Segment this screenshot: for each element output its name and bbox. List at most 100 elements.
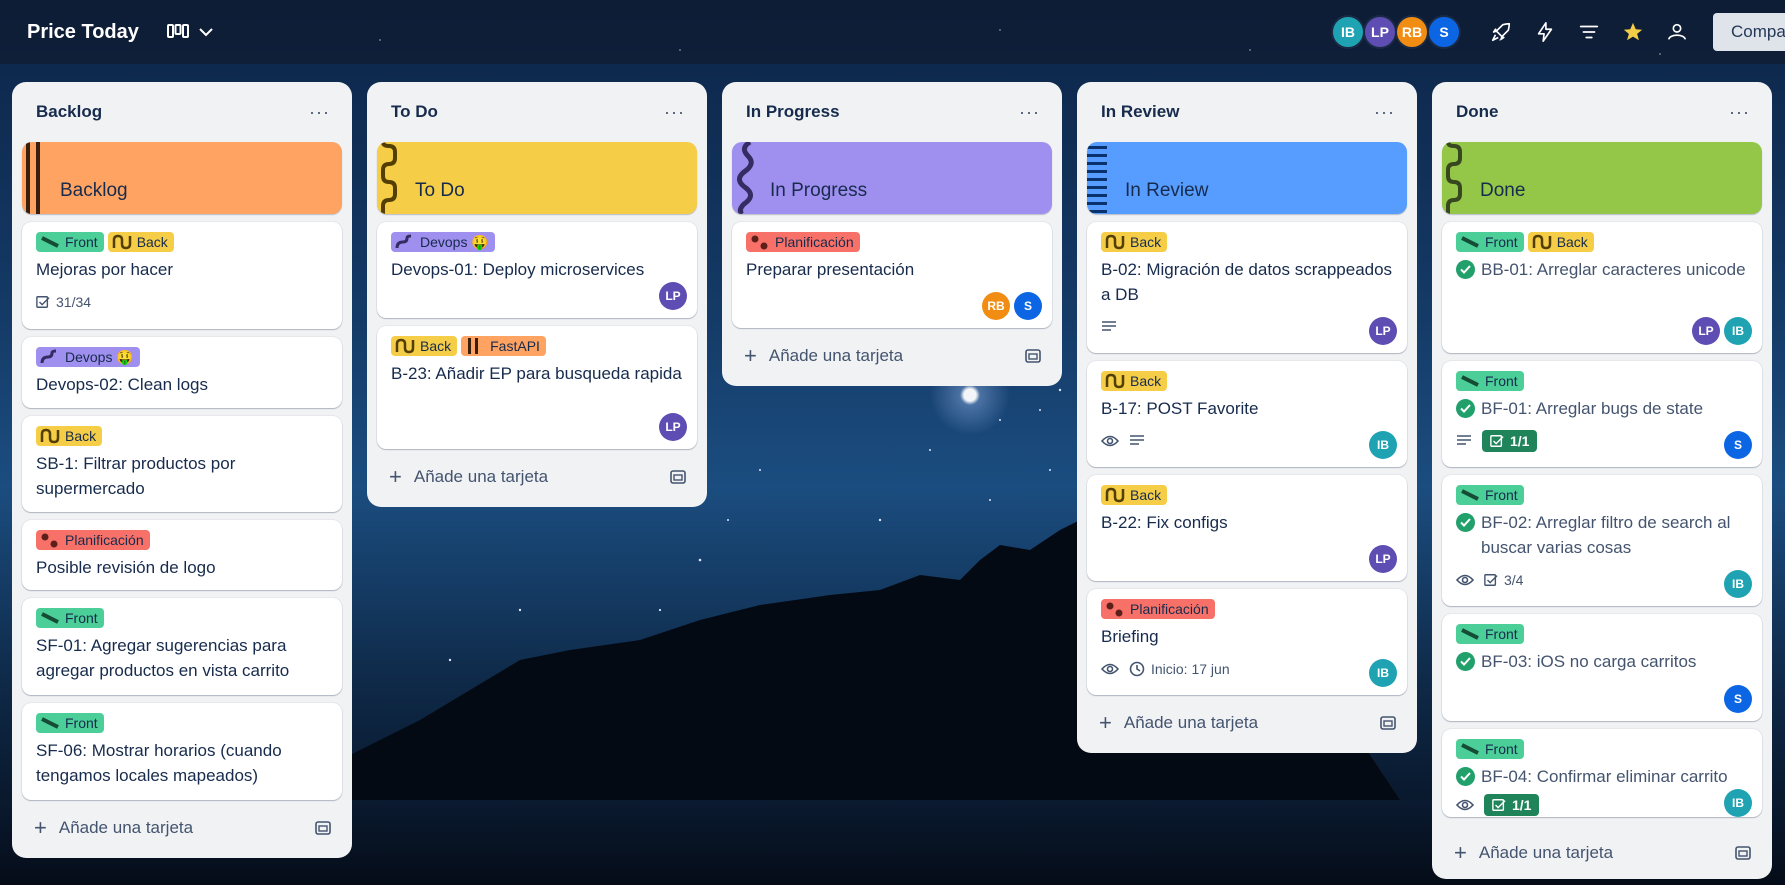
avatar[interactable]: RB <box>1395 15 1429 49</box>
list-title[interactable]: In Progress <box>746 102 840 122</box>
card[interactable]: Front BF-03: iOS no carga carritos S <box>1442 614 1762 721</box>
add-card-button[interactable]: + Añade una tarjeta <box>1087 703 1407 743</box>
automation-button[interactable] <box>1525 12 1565 52</box>
avatar[interactable]: IB <box>1724 317 1752 345</box>
label-fastapi[interactable]: FastAPI <box>461 336 546 356</box>
card[interactable]: Front BF-04: Confirmar eliminar carrito … <box>1442 729 1762 817</box>
list-title[interactable]: Backlog <box>36 102 102 122</box>
card[interactable]: Devops 🤑 Devops-02: Clean logs <box>22 337 342 408</box>
board-view-switcher[interactable] <box>166 23 213 41</box>
power-ups-button[interactable] <box>1481 12 1521 52</box>
list-menu-button[interactable]: ··· <box>309 102 330 123</box>
card[interactable]: Front BF-01: Arreglar bugs de state 1/1 … <box>1442 361 1762 467</box>
list-menu-button[interactable]: ··· <box>664 102 685 123</box>
label-back[interactable]: Back <box>36 426 103 446</box>
template-icon[interactable] <box>1379 715 1397 731</box>
board-members[interactable]: IB LP RB S <box>1331 15 1461 49</box>
avatar[interactable]: IB <box>1331 15 1365 49</box>
avatar[interactable]: RB <box>982 292 1010 320</box>
filter-button[interactable] <box>1569 12 1609 52</box>
complete-check-icon[interactable] <box>1456 260 1475 279</box>
list-cover-card[interactable]: Backlog <box>22 142 342 214</box>
avatar[interactable]: S <box>1014 292 1042 320</box>
card[interactable]: Back B-17: POST Favorite IB <box>1087 361 1407 467</box>
avatar[interactable]: IB <box>1724 789 1752 817</box>
card[interactable]: Planificación Briefing Inicio: 17 jun IB <box>1087 589 1407 695</box>
template-icon[interactable] <box>1734 845 1752 861</box>
list-cover-card[interactable]: Done <box>1442 142 1762 214</box>
list-title[interactable]: To Do <box>391 102 438 122</box>
card[interactable]: Back FastAPI B-23: Añadir EP para busque… <box>377 326 697 449</box>
list-menu-button[interactable]: ··· <box>1019 102 1040 123</box>
label-front[interactable]: Front <box>1456 371 1524 391</box>
label-back[interactable]: Back <box>1101 485 1168 505</box>
list-menu-button[interactable]: ··· <box>1374 102 1395 123</box>
avatar[interactable]: S <box>1724 685 1752 713</box>
avatar[interactable]: IB <box>1369 431 1397 459</box>
label-front[interactable]: Front <box>36 232 104 252</box>
list-cover-card[interactable]: In Progress <box>732 142 1052 214</box>
share-button[interactable]: Compartir <box>1713 13 1785 51</box>
list-title[interactable]: In Review <box>1101 102 1179 122</box>
avatar[interactable]: LP <box>659 282 687 310</box>
cover-title: In Progress <box>770 180 868 201</box>
complete-check-icon[interactable] <box>1456 399 1475 418</box>
label-front[interactable]: Front <box>1456 739 1524 759</box>
card[interactable]: Planificación Preparar presentación RB S <box>732 222 1052 328</box>
label-back[interactable]: Back <box>1101 371 1168 391</box>
label-back[interactable]: Back <box>1101 232 1168 252</box>
card[interactable]: Back B-02: Migración de datos scrappeado… <box>1087 222 1407 353</box>
add-card-button[interactable]: + Añade una tarjeta <box>1442 833 1762 873</box>
list-cover-card[interactable]: To Do <box>377 142 697 214</box>
label-devops[interactable]: Devops 🤑 <box>36 347 140 367</box>
card[interactable]: Front SF-01: Agregar sugerencias para ag… <box>22 598 342 695</box>
visibility-button[interactable] <box>1657 12 1697 52</box>
label-front[interactable]: Front <box>36 608 104 628</box>
label-front[interactable]: Front <box>36 713 104 733</box>
card[interactable]: Front SF-06: Mostrar horarios (cuando te… <box>22 703 342 800</box>
add-card-button[interactable]: + Añade una tarjeta <box>732 336 1052 376</box>
template-icon[interactable] <box>669 469 687 485</box>
avatar[interactable]: IB <box>1724 570 1752 598</box>
template-icon[interactable] <box>314 820 332 836</box>
avatar[interactable]: LP <box>1369 545 1397 573</box>
avatar[interactable]: S <box>1427 15 1461 49</box>
start-date-badge[interactable]: Inicio: 17 jun <box>1129 661 1230 677</box>
avatar[interactable]: LP <box>1369 317 1397 345</box>
board-title[interactable]: Price Today <box>27 21 139 44</box>
label-back[interactable]: Back <box>391 336 458 356</box>
label-planificacion[interactable]: Planificación <box>1101 599 1215 619</box>
label-front[interactable]: Front <box>1456 232 1524 252</box>
avatar[interactable]: LP <box>659 413 687 441</box>
card[interactable]: Back SB-1: Filtrar productos por superme… <box>22 416 342 512</box>
list-title[interactable]: Done <box>1456 102 1499 122</box>
avatar[interactable]: LP <box>1692 317 1720 345</box>
template-icon[interactable] <box>1024 348 1042 364</box>
list-menu-button[interactable]: ··· <box>1729 102 1750 123</box>
list-cover-card[interactable]: In Review <box>1087 142 1407 214</box>
label-back[interactable]: Back <box>107 232 174 252</box>
complete-check-icon[interactable] <box>1456 767 1475 786</box>
card[interactable]: Front Back Mejoras por hacer 31/34 <box>22 222 342 329</box>
add-card-button[interactable]: + Añade una tarjeta <box>377 457 697 497</box>
card[interactable]: Planificación Posible revisión de logo <box>22 520 342 590</box>
complete-check-icon[interactable] <box>1456 652 1475 671</box>
label-front[interactable]: Front <box>1456 624 1524 644</box>
label-planificacion[interactable]: Planificación <box>746 232 860 252</box>
avatar[interactable]: IB <box>1369 659 1397 687</box>
card[interactable]: Front Back BB-01: Arreglar caracteres un… <box>1442 222 1762 353</box>
label-front[interactable]: Front <box>1456 485 1524 505</box>
label-devops[interactable]: Devops 🤑 <box>391 232 495 252</box>
add-card-button[interactable]: + Añade una tarjeta <box>22 808 342 848</box>
card[interactable]: Front BF-02: Arreglar filtro de search a… <box>1442 475 1762 606</box>
card[interactable]: Back B-22: Fix configs LP <box>1087 475 1407 581</box>
label-planificacion[interactable]: Planificación <box>36 530 150 550</box>
card[interactable]: Devops 🤑 Devops-01: Deploy microservices… <box>377 222 697 318</box>
cover-curves <box>737 142 754 214</box>
avatar[interactable]: S <box>1724 431 1752 459</box>
complete-check-icon[interactable] <box>1456 513 1475 532</box>
avatar[interactable]: LP <box>1363 15 1397 49</box>
label-text: Front <box>1485 234 1518 250</box>
star-button[interactable] <box>1613 12 1653 52</box>
label-back[interactable]: Back <box>1527 232 1594 252</box>
